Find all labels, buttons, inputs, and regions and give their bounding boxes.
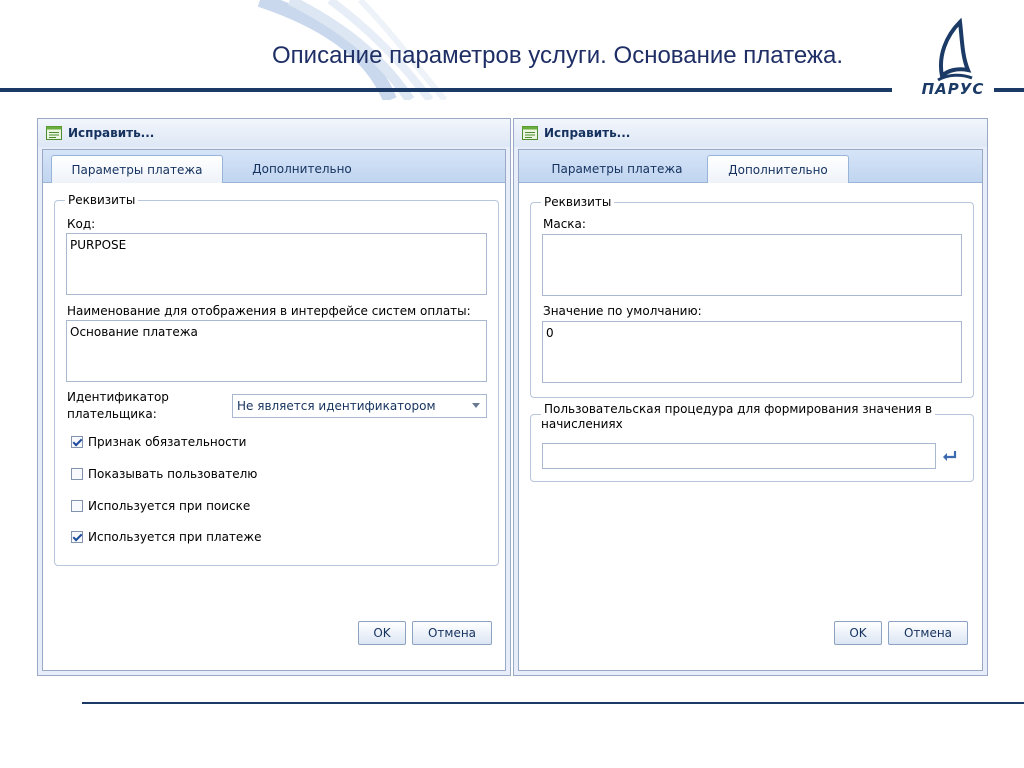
default-value-label: Значение по умолчанию:: [543, 304, 702, 318]
top-rule: [0, 88, 892, 92]
dialog-title: Исправить...: [544, 126, 631, 140]
cancel-button[interactable]: Отмена: [888, 621, 968, 645]
group-legend: Реквизиты: [541, 194, 615, 210]
display-name-label: Наименование для отображения в интерфейс…: [67, 304, 471, 318]
slide-title: Описание параметров услуги. Основание пл…: [272, 42, 843, 69]
tab-payment-params[interactable]: Параметры платежа: [527, 155, 707, 182]
required-label: Признак обязательности: [88, 435, 247, 449]
chevron-down-icon[interactable]: [472, 403, 480, 408]
show-user-checkbox[interactable]: [71, 468, 83, 480]
payer-id-selected-value: Не является идентификатором: [237, 399, 436, 413]
display-name-textarea[interactable]: Основание платежа: [66, 320, 487, 382]
used-in-payment-checkbox[interactable]: [71, 531, 83, 543]
tab-additional[interactable]: Дополнительно: [707, 155, 849, 183]
default-value-textarea[interactable]: 0: [542, 321, 962, 383]
mask-textarea[interactable]: [542, 234, 962, 296]
tab-additional[interactable]: Дополнительно: [227, 155, 377, 182]
dialog-titlebar: Исправить...: [38, 119, 510, 147]
edit-dialog-left: Исправить... Параметры платежа Дополните…: [37, 118, 511, 676]
bottom-rule: [82, 702, 1024, 704]
payer-id-label-line2: плательщика:: [67, 407, 157, 421]
top-rule-right: [994, 88, 1024, 92]
edit-form-icon: [46, 126, 62, 140]
procedure-legend: Пользовательская процедура для формирова…: [541, 402, 936, 432]
code-textarea[interactable]: PURPOSE: [66, 233, 487, 295]
checkbox-row-show-user[interactable]: Показывать пользователю: [71, 467, 257, 481]
checkbox-row-payment[interactable]: Используется при платеже: [71, 530, 262, 544]
procedure-legend-line1: Пользовательская процедура для формирова…: [544, 402, 933, 416]
tab-strip: Параметры платежа Дополнительно: [519, 150, 982, 183]
dialog-body: Параметры платежа Дополнительно Реквизит…: [518, 149, 983, 671]
user-procedure-group: Пользовательская процедура для формирова…: [530, 402, 974, 482]
dialog-title: Исправить...: [68, 126, 155, 140]
checkbox-row-search[interactable]: Используется при поиске: [71, 499, 250, 513]
payer-id-label-line1: Идентификатор: [67, 390, 169, 404]
enter-arrow-icon[interactable]: [941, 450, 957, 462]
dialog-body: Параметры платежа Дополнительно Реквизит…: [42, 149, 506, 671]
procedure-input[interactable]: [542, 443, 936, 469]
logo-text: ПАРУС: [921, 80, 985, 98]
ok-button[interactable]: OK: [358, 621, 406, 645]
dialog-titlebar: Исправить...: [514, 119, 987, 147]
tab-strip: Параметры платежа Дополнительно: [43, 150, 505, 183]
payer-id-select[interactable]: Не является идентификатором: [232, 394, 487, 418]
ok-button[interactable]: OK: [834, 621, 882, 645]
checkbox-row-required[interactable]: Признак обязательности: [71, 435, 246, 449]
show-user-label: Показывать пользователю: [88, 467, 258, 481]
required-checkbox[interactable]: [71, 436, 83, 448]
mask-label: Маска:: [543, 217, 586, 231]
edit-dialog-right: Исправить... Параметры платежа Дополните…: [513, 118, 988, 676]
cancel-button[interactable]: Отмена: [412, 621, 492, 645]
edit-form-icon: [522, 126, 538, 140]
used-in-search-checkbox[interactable]: [71, 500, 83, 512]
group-legend: Реквизиты: [65, 192, 139, 208]
requisites-group: Реквизиты Маска: Значение по умолчанию: …: [530, 194, 974, 398]
requisites-group: Реквизиты Код: PURPOSE Наименование для …: [54, 192, 499, 566]
tab-payment-params[interactable]: Параметры платежа: [51, 155, 223, 183]
code-label: Код:: [67, 217, 96, 231]
procedure-legend-line2: начислениях: [541, 417, 623, 431]
used-in-search-label: Используется при поиске: [88, 499, 251, 513]
used-in-payment-label: Используется при платеже: [88, 530, 262, 544]
